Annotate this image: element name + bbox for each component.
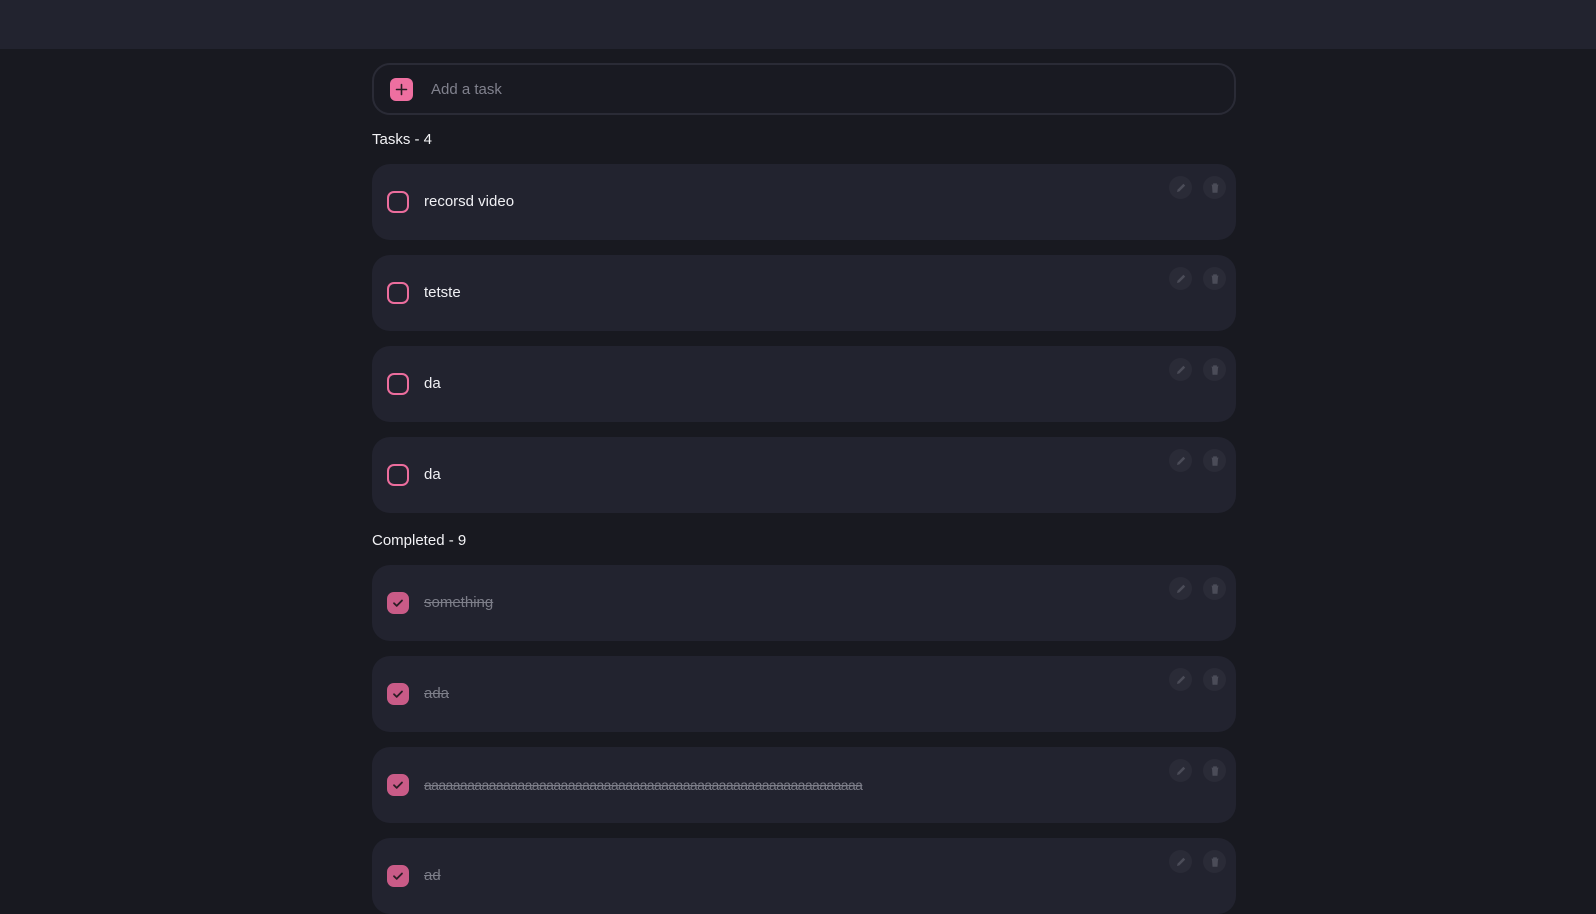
task-actions bbox=[1169, 850, 1226, 873]
task-text: da bbox=[424, 375, 441, 392]
pencil-icon[interactable] bbox=[1169, 668, 1192, 691]
task-item[interactable]: recorsd video bbox=[372, 164, 1236, 240]
task-item[interactable]: da bbox=[372, 346, 1236, 422]
task-text: ada bbox=[424, 685, 450, 702]
task-checkbox-checked[interactable] bbox=[387, 592, 409, 614]
check-icon bbox=[393, 781, 403, 789]
pencil-icon[interactable] bbox=[1169, 759, 1192, 782]
task-text: tetste bbox=[424, 284, 461, 301]
trash-icon[interactable] bbox=[1203, 358, 1226, 381]
task-text: something bbox=[424, 594, 494, 611]
task-checkbox-checked[interactable] bbox=[387, 683, 409, 705]
pencil-icon[interactable] bbox=[1169, 577, 1192, 600]
task-text: ad bbox=[424, 867, 441, 884]
completed-task-item[interactable]: ada bbox=[372, 656, 1236, 732]
pencil-icon[interactable] bbox=[1169, 449, 1192, 472]
task-checkbox-checked[interactable] bbox=[387, 774, 409, 796]
task-text: da bbox=[424, 466, 441, 483]
task-actions bbox=[1169, 358, 1226, 381]
trash-icon[interactable] bbox=[1203, 449, 1226, 472]
task-checkbox[interactable] bbox=[387, 464, 409, 486]
pencil-icon[interactable] bbox=[1169, 176, 1192, 199]
todo-panel: Tasks - 4 recorsd video tetste da bbox=[372, 63, 1236, 914]
task-actions bbox=[1169, 449, 1226, 472]
pencil-icon[interactable] bbox=[1169, 358, 1192, 381]
check-icon bbox=[393, 599, 403, 607]
trash-icon[interactable] bbox=[1203, 759, 1226, 782]
trash-icon[interactable] bbox=[1203, 577, 1226, 600]
task-item[interactable]: da bbox=[372, 437, 1236, 513]
add-task-bar[interactable] bbox=[372, 63, 1236, 115]
completed-task-item[interactable]: aaaaaaaaaaaaaaaaaaaaaaaaaaaaaaaaaaaaaaaa… bbox=[372, 747, 1236, 823]
task-actions bbox=[1169, 267, 1226, 290]
task-actions bbox=[1169, 759, 1226, 782]
pencil-icon[interactable] bbox=[1169, 267, 1192, 290]
task-checkbox-checked[interactable] bbox=[387, 865, 409, 887]
check-icon bbox=[393, 690, 403, 698]
trash-icon[interactable] bbox=[1203, 850, 1226, 873]
add-task-input[interactable] bbox=[429, 79, 1193, 99]
task-checkbox[interactable] bbox=[387, 191, 409, 213]
trash-icon[interactable] bbox=[1203, 668, 1226, 691]
task-text: recorsd video bbox=[424, 193, 515, 210]
pencil-icon[interactable] bbox=[1169, 850, 1192, 873]
task-actions bbox=[1169, 668, 1226, 691]
trash-icon[interactable] bbox=[1203, 176, 1226, 199]
task-checkbox[interactable] bbox=[387, 373, 409, 395]
tasks-list: recorsd video tetste da da bbox=[372, 164, 1236, 513]
task-item[interactable]: tetste bbox=[372, 255, 1236, 331]
completed-task-item[interactable]: something bbox=[372, 565, 1236, 641]
completed-section-title: Completed - 9 bbox=[372, 532, 467, 549]
tasks-section-title: Tasks - 4 bbox=[372, 131, 433, 148]
task-actions bbox=[1169, 176, 1226, 199]
task-actions bbox=[1169, 577, 1226, 600]
completed-list: something ada aaaaaaaaaaaaaaaaaaaaaaaaaa… bbox=[372, 565, 1236, 914]
top-bar bbox=[0, 0, 1596, 49]
completed-task-item[interactable]: ad bbox=[372, 838, 1236, 914]
task-text: aaaaaaaaaaaaaaaaaaaaaaaaaaaaaaaaaaaaaaaa… bbox=[424, 777, 863, 793]
plus-icon[interactable] bbox=[390, 77, 413, 101]
check-icon bbox=[393, 872, 403, 880]
trash-icon[interactable] bbox=[1203, 267, 1226, 290]
task-checkbox[interactable] bbox=[387, 282, 409, 304]
